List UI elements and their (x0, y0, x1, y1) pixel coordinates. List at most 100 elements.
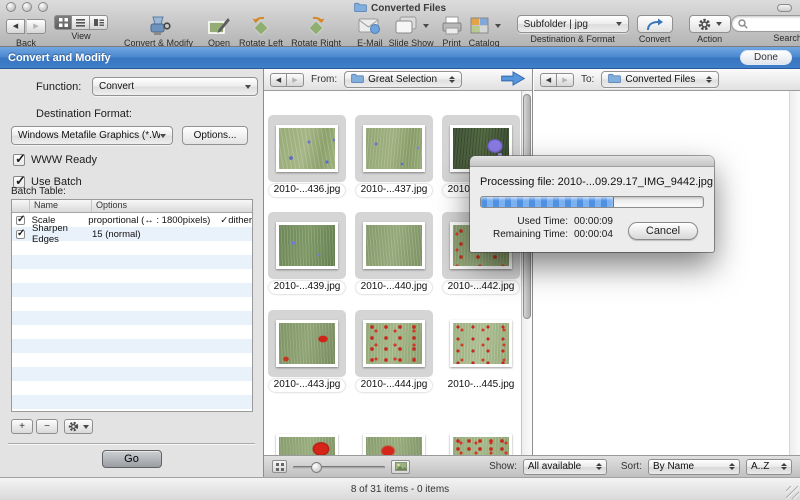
destination-format-popup[interactable]: Windows Metafile Graphics (*.WMF) (11, 126, 173, 145)
divider (8, 443, 255, 444)
view-grid-button[interactable] (54, 15, 72, 30)
gallery-item[interactable] (442, 424, 520, 455)
destination-folder-popup[interactable]: Converted Files (601, 71, 719, 88)
thumbnail-frame[interactable] (268, 212, 346, 279)
rotate-left-group[interactable]: Rotate Left (239, 15, 283, 48)
thumbnail-image[interactable] (450, 434, 512, 455)
convert-button[interactable] (637, 15, 673, 33)
catalog-group[interactable]: Catalog (468, 15, 501, 48)
slide-show-group[interactable]: Slide Show (389, 15, 434, 48)
mode-title: Convert and Modify (8, 52, 111, 64)
minimize-button[interactable] (22, 2, 32, 12)
small-thumbnails-icon[interactable] (272, 460, 287, 473)
open-icon[interactable] (207, 15, 231, 37)
sort-order-popup[interactable]: A..Z (746, 459, 792, 475)
large-thumbnails-icon[interactable] (391, 460, 410, 474)
sort-popup[interactable]: By Name (648, 459, 740, 475)
zoom-button[interactable] (38, 2, 48, 12)
toolbar-toggle-button[interactable] (777, 4, 792, 12)
close-button[interactable] (6, 2, 16, 12)
batch-action-menu-button[interactable] (64, 419, 93, 434)
slide-show-icon[interactable] (393, 15, 429, 37)
forward-button[interactable]: ▶ (27, 19, 46, 34)
gallery-item[interactable]: 2010-...436.jpg (268, 115, 346, 197)
rotate-right-icon[interactable] (304, 15, 328, 37)
email-group[interactable]: E-Mail (357, 15, 383, 48)
thumbnail-frame[interactable] (268, 115, 346, 182)
thumbnail-image[interactable] (363, 434, 425, 455)
dest-back-button[interactable]: ◀ (540, 73, 557, 87)
row-options: proportional (↔ : 1800pixels) (88, 215, 210, 226)
thumbnail-frame[interactable] (442, 310, 520, 377)
go-button[interactable]: Go (102, 450, 162, 468)
thumbnail-image[interactable] (363, 320, 425, 367)
thumbnail-frame[interactable] (268, 424, 346, 455)
back-button[interactable]: ◀ (6, 19, 25, 34)
titlebar[interactable]: Converted Files (0, 0, 800, 14)
options-button[interactable]: Options... (182, 126, 248, 145)
gallery-item[interactable] (268, 424, 346, 455)
email-icon[interactable] (358, 15, 381, 37)
open-group[interactable]: Open (207, 15, 231, 48)
row-checkbox[interactable] (16, 216, 25, 225)
row-checkbox[interactable] (16, 230, 25, 239)
dest-forward-button[interactable]: ▶ (557, 73, 574, 87)
name-column-header: Name (30, 200, 92, 212)
convert-modify-group[interactable]: Convert & Modify (124, 15, 193, 48)
thumbnail-image[interactable] (450, 320, 512, 367)
search-input[interactable] (731, 15, 800, 32)
thumbnail-frame[interactable] (442, 424, 520, 455)
gallery-item[interactable] (355, 424, 433, 455)
gallery-item[interactable]: 2010-...444.jpg (355, 310, 433, 392)
destination-scrollbar[interactable] (789, 91, 800, 455)
view-details-button[interactable] (90, 15, 108, 30)
thumbnail-image[interactable] (276, 222, 338, 269)
cancel-button[interactable]: Cancel (628, 222, 698, 240)
thumbnail-image[interactable] (363, 125, 425, 172)
view-list-button[interactable] (72, 15, 90, 30)
destination-format-value: Subfolder | jpg (524, 19, 588, 30)
thumbnail-frame[interactable] (355, 310, 433, 377)
gallery-item[interactable]: 2010-...445.jpg (442, 310, 520, 392)
www-ready-checkbox[interactable] (13, 154, 25, 166)
source-folder-popup[interactable]: Great Selection (344, 71, 462, 88)
thumbnail-size-slider[interactable] (293, 461, 385, 473)
thumbnail-frame[interactable] (355, 212, 433, 279)
action-button[interactable] (689, 15, 731, 33)
gallery-item[interactable]: 2010-...443.jpg (268, 310, 346, 392)
gallery-item[interactable]: 2010-...437.jpg (355, 115, 433, 197)
function-popup[interactable]: Convert (92, 77, 258, 96)
from-label: From: (311, 74, 337, 85)
slider-track[interactable] (293, 466, 385, 469)
thumbnail-image[interactable] (276, 320, 338, 367)
thumbnail-frame[interactable] (355, 424, 433, 455)
add-batch-action-button[interactable]: + (11, 419, 33, 434)
convert-modify-icon[interactable] (146, 15, 172, 37)
destination-format-popup[interactable]: Subfolder | jpg (517, 15, 629, 33)
source-scrollbar[interactable] (521, 91, 532, 455)
remove-batch-action-button[interactable]: − (36, 419, 58, 434)
print-icon[interactable] (440, 15, 464, 37)
source-back-button[interactable]: ◀ (270, 73, 287, 87)
dropdown-arrow-icon (245, 85, 251, 89)
gallery-item[interactable]: 2010-...440.jpg (355, 212, 433, 294)
thumbnail-image[interactable] (363, 222, 425, 269)
gallery-item[interactable]: 2010-...439.jpg (268, 212, 346, 294)
rotate-left-icon[interactable] (249, 15, 273, 37)
thumbnail-image[interactable] (276, 125, 338, 172)
source-forward-button[interactable]: ▶ (287, 73, 304, 87)
dropdown-arrow-icon (83, 425, 89, 429)
show-filter-popup[interactable]: All available (523, 459, 607, 475)
resize-grip[interactable] (786, 486, 799, 499)
batch-row-sharpen[interactable]: Sharpen Edges 15 (normal) (12, 227, 252, 241)
source-panel-header: ◀ ▶ From: Great Selection (264, 69, 532, 91)
progress-dialog-titlebar[interactable] (470, 156, 714, 167)
catalog-icon[interactable] (468, 15, 501, 37)
thumbnail-image[interactable] (276, 434, 338, 455)
print-group[interactable]: Print (440, 15, 464, 48)
thumbnail-frame[interactable] (268, 310, 346, 377)
thumbnail-frame[interactable] (355, 115, 433, 182)
done-button[interactable]: Done (740, 50, 792, 65)
rotate-right-group[interactable]: Rotate Right (291, 15, 341, 48)
slider-knob[interactable] (311, 462, 322, 473)
